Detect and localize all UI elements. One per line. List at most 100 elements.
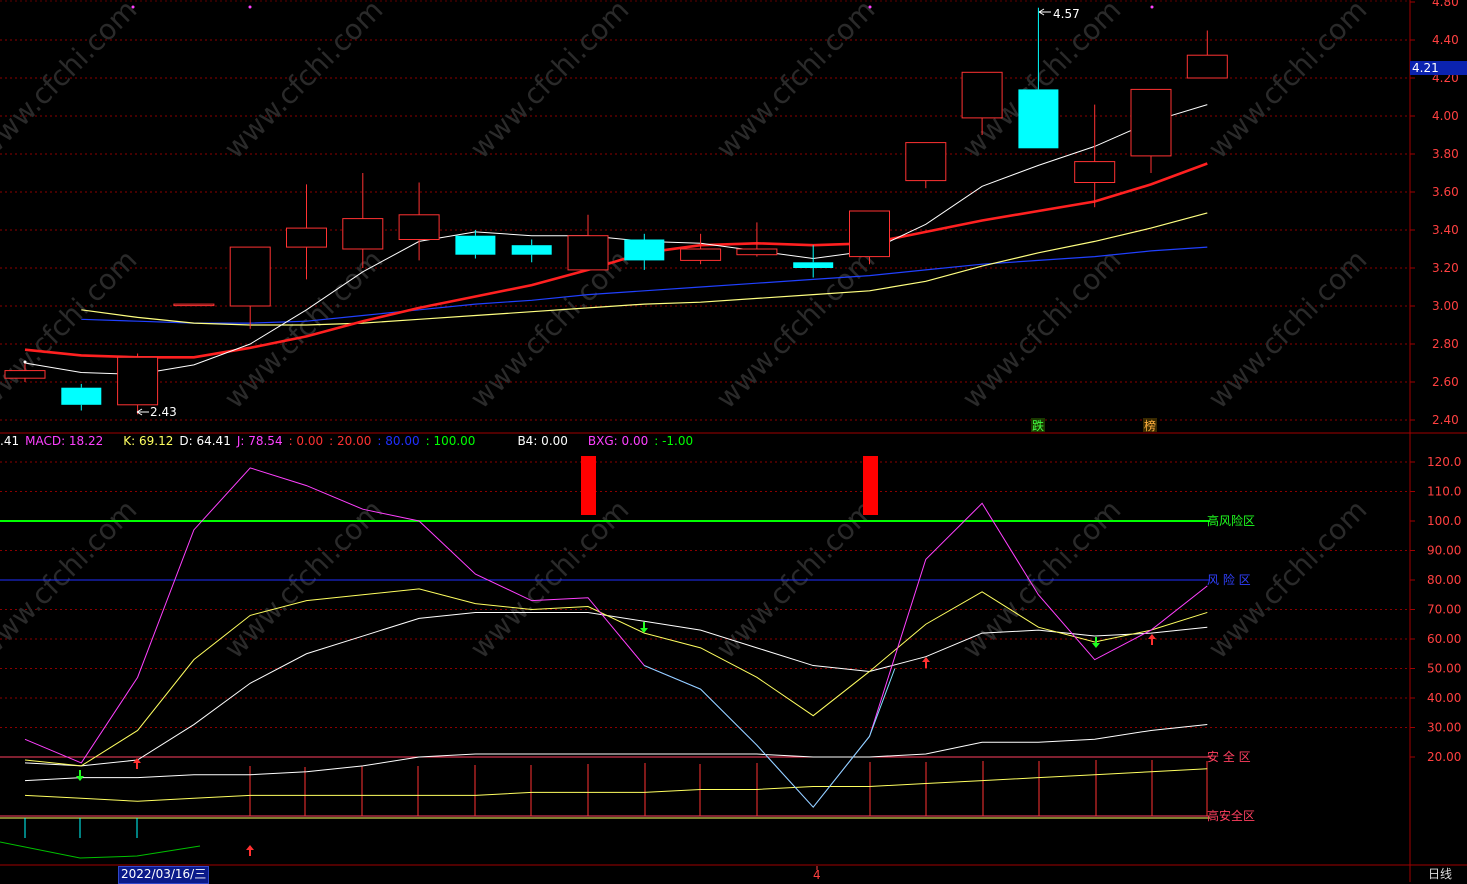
b4-value: B4: 0.00 <box>517 434 568 448</box>
signal-block <box>581 456 596 515</box>
zone-label-safe: 安 全 区 <box>1207 749 1251 764</box>
candle[interactable] <box>286 184 327 280</box>
signal-block <box>863 456 878 515</box>
top-marker-dot <box>868 5 872 9</box>
low-white-line <box>24 724 1208 782</box>
osc-tick-label: 100.0 <box>1427 514 1461 528</box>
candle[interactable] <box>1130 88 1172 173</box>
candle[interactable] <box>61 383 102 411</box>
candle-body <box>1186 54 1228 79</box>
top-marker-dot <box>248 5 252 9</box>
candle-body <box>1018 89 1059 149</box>
month-marker: 4 <box>813 868 821 882</box>
price-tick-label: 4.80 <box>1432 0 1459 9</box>
param-3: : 80.00 <box>377 434 420 448</box>
candle[interactable] <box>849 210 890 265</box>
candle-body <box>61 387 102 405</box>
candle-body <box>342 218 384 250</box>
candle-body <box>905 142 947 182</box>
sell-arrow-icon <box>76 770 84 781</box>
candle[interactable] <box>342 173 384 268</box>
candle-body <box>117 356 159 406</box>
buy-arrow-icon <box>133 758 141 769</box>
osc-tick-label: 120.0 <box>1427 455 1461 469</box>
osc-tick-label: 90.00 <box>1427 544 1461 558</box>
candle-body <box>567 235 609 271</box>
price-tick-label: 2.80 <box>1432 337 1459 351</box>
period-tab-daily[interactable]: 日线 <box>1413 866 1467 882</box>
osc-tick-label: 50.00 <box>1427 662 1461 676</box>
candle-body <box>849 210 890 258</box>
osc-tick-label: 40.00 <box>1427 691 1461 705</box>
watermark-text: www.cfchi.com <box>0 0 143 165</box>
k-line <box>24 588 1208 767</box>
watermark-text: www.cfchi.com <box>710 0 882 165</box>
buy-signal-label: 榜 <box>1144 418 1156 433</box>
osc-tick-label: 20.00 <box>1427 750 1461 764</box>
watermark-text: www.cfchi.com <box>1202 0 1374 165</box>
buy-arrow-icon <box>246 845 254 856</box>
zone-label-high-risk: 高风险区 <box>1207 513 1255 528</box>
candle[interactable] <box>229 246 271 329</box>
candle-body <box>229 246 271 307</box>
price-tick-label: 3.20 <box>1432 261 1459 275</box>
osc-tick-label: 60.00 <box>1427 632 1461 646</box>
candle-body <box>286 227 327 248</box>
param-1: : 0.00 <box>288 434 324 448</box>
buy-arrow-icon <box>922 657 930 668</box>
watermark-text: www.cfchi.com <box>464 493 636 665</box>
candle-body <box>624 239 665 261</box>
osc-tick-label: 30.00 <box>1427 721 1461 735</box>
j-line-cyan-segment <box>644 665 896 808</box>
candle-body <box>1130 88 1172 157</box>
macd-value: MACD: 18.22 <box>25 434 104 448</box>
high-pointer-icon <box>1038 8 1051 16</box>
candle-body <box>680 248 722 261</box>
k-value: K: 69.12 <box>123 434 174 448</box>
candle[interactable] <box>173 303 215 307</box>
param-5: : -1.00 <box>654 434 694 448</box>
sell-signal-label: 跌 <box>1032 418 1044 433</box>
candle[interactable] <box>680 233 722 265</box>
zone-label-risk: 风 险 区 <box>1207 572 1251 587</box>
watermark-text: www.cfchi.com <box>1202 243 1374 415</box>
candle-body <box>398 214 440 241</box>
bxg-value: BXG: 0.00 <box>587 434 649 448</box>
watermark-text: www.cfchi.com <box>710 243 882 415</box>
current-price-tag: 4.21 <box>1410 61 1467 75</box>
cursor-date-label: 2022/03/16/三 <box>118 866 210 884</box>
price-tick-label: 4.40 <box>1432 33 1459 47</box>
top-marker-dot <box>131 5 135 9</box>
d-value: D: 64.41 <box>179 434 231 448</box>
candle[interactable] <box>1186 30 1228 79</box>
candle[interactable] <box>567 214 609 271</box>
indicator-prefix: .41 <box>0 434 20 448</box>
d-line <box>24 611 1208 767</box>
watermark-text: www.cfchi.com <box>464 243 636 415</box>
candle-body <box>793 262 834 268</box>
buy-arrow-icon <box>1148 634 1156 645</box>
sell-arrow-icon <box>1092 637 1100 648</box>
price-axis: 4.804.404.204.003.803.603.403.203.002.80… <box>1410 0 1461 764</box>
watermark-text: www.cfchi.com <box>956 243 1128 415</box>
candle-body <box>736 248 778 256</box>
param-2: : 20.00 <box>329 434 372 448</box>
param-4: : 100.00 <box>425 434 476 448</box>
watermark-text: www.cfchi.com <box>464 0 636 165</box>
candle[interactable] <box>905 142 947 189</box>
osc-tick-label: 110.0 <box>1427 485 1461 499</box>
watermark-text: www.cfchi.com <box>218 493 390 665</box>
indicator-readout-bar: .41 MACD: 18.22 K: 69.12 D: 64.41 J: 78.54 : … <box>0 432 1410 450</box>
osc-tick-label: 70.00 <box>1427 603 1461 617</box>
candle[interactable] <box>511 239 552 263</box>
low-pointer-icon <box>136 408 149 416</box>
candle-body <box>511 245 552 255</box>
price-tick-label: 2.40 <box>1432 413 1459 427</box>
candle-body <box>173 303 215 307</box>
low-price-label: 2.43 <box>150 405 177 419</box>
candle-body <box>961 71 1003 119</box>
candle[interactable] <box>736 222 778 257</box>
j-value: J: 78.54 <box>236 434 283 448</box>
price-tick-label: 2.60 <box>1432 375 1459 389</box>
candle-body <box>455 235 496 255</box>
